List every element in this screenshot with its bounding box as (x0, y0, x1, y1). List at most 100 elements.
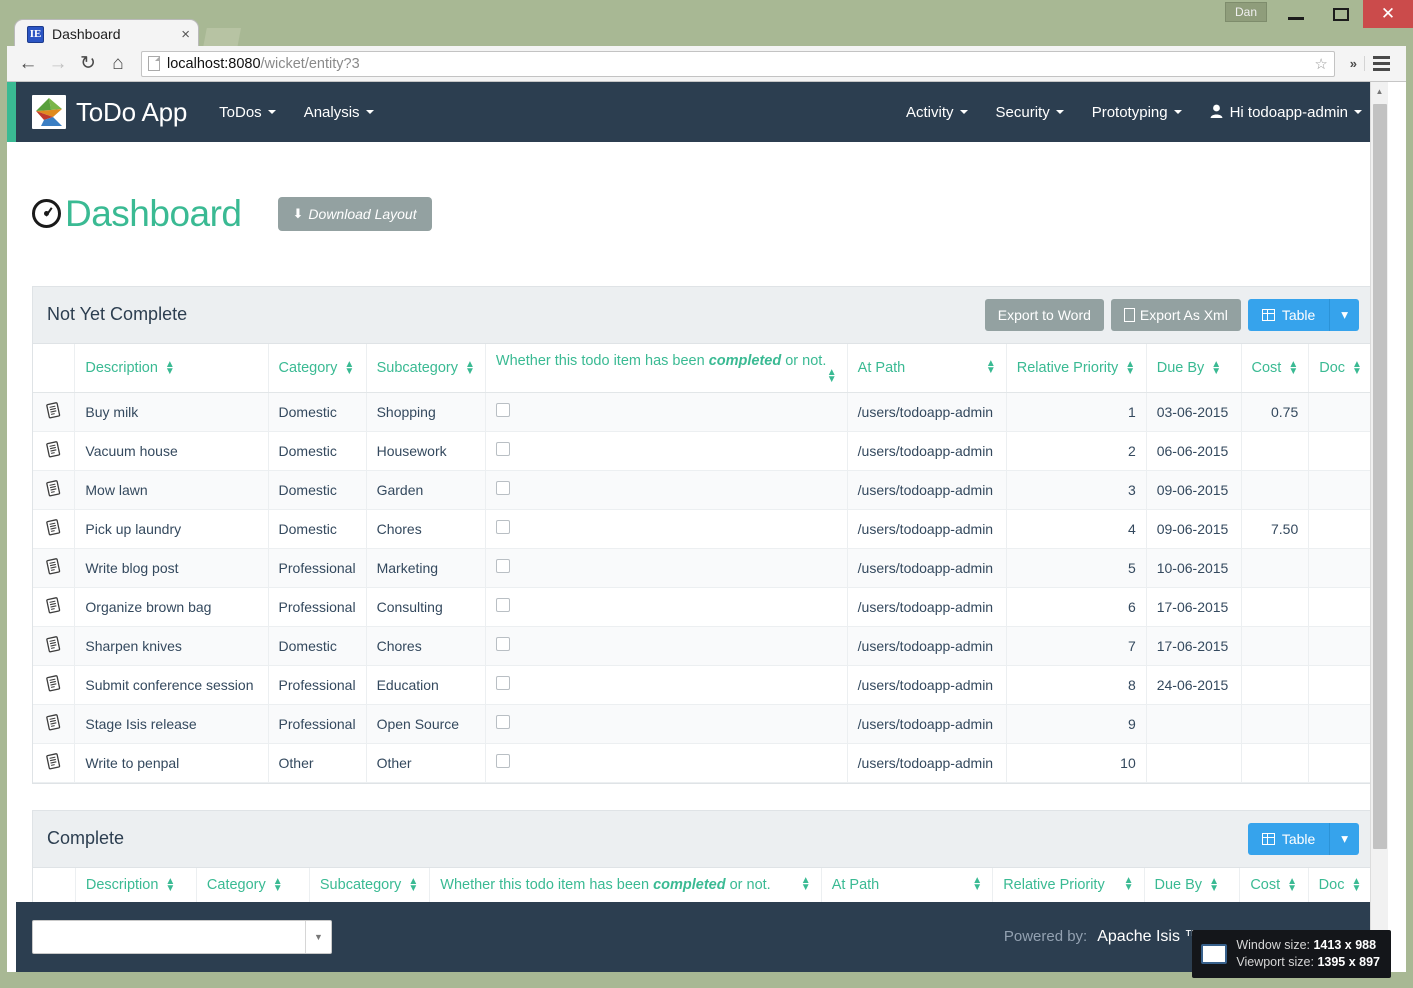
export-as-xml-button[interactable]: Export As Xml (1110, 298, 1241, 331)
column-header-category[interactable]: Category ▲ ▼ (196, 867, 310, 903)
cell-description[interactable]: Pick up laundry (74, 509, 269, 549)
view-mode-table-button[interactable]: Table (1247, 822, 1330, 855)
column-header-doc[interactable]: Doc ▲ ▼ (1308, 343, 1373, 393)
todo-item-icon[interactable] (33, 431, 76, 471)
cell-relative-priority: 3 (1006, 470, 1147, 510)
todo-item-icon[interactable] (33, 665, 76, 705)
column-header-relative-priority[interactable]: Relative Priority ▲ ▼ (1006, 343, 1147, 393)
cell-doc (1308, 743, 1373, 783)
browser-tab-dashboard[interactable]: IE Dashboard × (14, 19, 199, 48)
column-header-at-path[interactable]: At Path ▲ ▼ (847, 343, 1007, 393)
table-row[interactable]: Write blog post Professional Marketing/use… (33, 548, 1373, 588)
view-mode-dropdown-toggle[interactable]: ▾ (1329, 822, 1359, 855)
hamburger-menu-icon[interactable] (1364, 56, 1400, 71)
table-row[interactable]: Sharpen knives Domestic Chores/users/todoa… (33, 626, 1373, 666)
window-size-tooltip: Window size: 1413 x 988 Viewport size: 1… (1192, 930, 1391, 978)
nav-item-todos[interactable]: ToDos (205, 82, 290, 142)
back-icon[interactable]: ← (13, 49, 43, 79)
column-header-due-by[interactable]: Due By ▲ ▼ (1146, 343, 1242, 393)
complete-checkbox[interactable] (495, 559, 510, 574)
todo-item-icon[interactable] (33, 548, 76, 588)
cell-description[interactable]: Sharpen knives (74, 626, 269, 666)
page-footer: ▼ Powered by: Apache Isis ™ About Change… (16, 902, 1388, 972)
new-tab-button[interactable] (203, 28, 241, 48)
cell-description[interactable]: Buy milk (74, 392, 269, 432)
table-row[interactable]: Stage Isis release Professional Open Sourc… (33, 704, 1373, 744)
column-header-description[interactable]: Description ▲ ▼ (75, 867, 197, 903)
table-row[interactable]: Mow lawn Domestic Garden/users/todoapp-adm… (33, 470, 1373, 510)
todo-item-icon[interactable] (33, 587, 76, 627)
todo-item-icon[interactable] (33, 392, 76, 432)
column-header-complete[interactable]: Whether this todo item has been complete… (485, 343, 848, 393)
reload-icon[interactable]: ↻ (73, 49, 103, 79)
cell-description[interactable]: Stage Isis release (74, 704, 269, 744)
chevron-down-icon[interactable]: ▼ (305, 921, 331, 953)
complete-checkbox[interactable] (495, 481, 510, 496)
toolbar-overflow-icon[interactable]: » (1343, 56, 1364, 71)
view-mode-dropdown-toggle[interactable]: ▾ (1329, 298, 1359, 331)
user-avatar-icon (1210, 104, 1223, 121)
view-mode-table-button[interactable]: Table (1247, 298, 1330, 331)
todo-item-icon[interactable] (33, 743, 76, 783)
cell-description[interactable]: Mow lawn (74, 470, 269, 510)
tab-close-icon[interactable]: × (181, 26, 190, 43)
cell-description[interactable]: Submit conference session (74, 665, 269, 705)
complete-checkbox[interactable] (495, 637, 510, 652)
cell-cost (1241, 587, 1310, 627)
home-icon[interactable]: ⌂ (103, 49, 133, 79)
complete-checkbox[interactable] (495, 442, 510, 457)
footer-select[interactable]: ▼ (32, 920, 332, 954)
complete-checkbox[interactable] (495, 676, 510, 691)
window-user-button[interactable]: Dan (1224, 2, 1267, 22)
todo-item-icon[interactable] (33, 704, 76, 744)
complete-checkbox[interactable] (495, 598, 510, 613)
todo-item-icon[interactable] (33, 626, 76, 666)
table-row[interactable]: Vacuum house Domestic Housework/users/todo… (33, 431, 1373, 471)
cell-description[interactable]: Write blog post (74, 548, 269, 588)
cell-description[interactable]: Vacuum house (74, 431, 269, 471)
column-header-category[interactable]: Category ▲ ▼ (268, 343, 367, 393)
cell-due-by: 09-06-2015 (1146, 509, 1242, 549)
column-header-due-by[interactable]: Due By ▲ ▼ (1144, 867, 1241, 903)
table-row[interactable]: Buy milk Domestic Shopping/users/todoapp-a… (33, 392, 1373, 432)
scroll-up-icon[interactable]: ▲ (1371, 82, 1388, 100)
brand-link[interactable]: ToDo App (16, 95, 187, 129)
column-header-subcategory[interactable]: Subcategory ▲ ▼ (309, 867, 431, 903)
column-header-relative-priority[interactable]: Relative Priority ▲ ▼ (992, 867, 1145, 903)
column-header-description[interactable]: Description ▲ ▼ (74, 343, 269, 393)
table-row[interactable]: Organize brown bag Professional Consulting… (33, 587, 1373, 627)
column-header-cost[interactable]: Cost ▲ ▼ (1239, 867, 1309, 903)
column-header-at-path[interactable]: At Path ▲ ▼ (821, 867, 994, 903)
bookmark-star-icon[interactable]: ☆ (1314, 55, 1327, 73)
column-header-complete[interactable]: Whether this todo item has been complete… (429, 867, 822, 903)
column-header-cost[interactable]: Cost ▲ ▼ (1241, 343, 1310, 393)
cell-description[interactable]: Write to penpal (74, 743, 269, 783)
close-icon[interactable]: ✕ (1363, 0, 1413, 28)
column-header-subcategory[interactable]: Subcategory ▲ ▼ (366, 343, 486, 393)
url-bar[interactable]: localhost:8080/wicket/entity?3 ☆ (141, 50, 1335, 77)
forward-icon[interactable]: → (43, 49, 73, 79)
nav-item-activity[interactable]: Activity (892, 82, 982, 142)
scrollbar-thumb[interactable] (1373, 104, 1387, 849)
export-to-word-button[interactable]: Export to Word (984, 298, 1104, 331)
table-row[interactable]: Write to penpal Other Other/users/todoapp-… (33, 743, 1373, 783)
minimize-icon[interactable] (1273, 0, 1318, 28)
nav-item-security[interactable]: Security (982, 82, 1078, 142)
todo-item-icon[interactable] (33, 470, 76, 510)
maximize-icon[interactable] (1318, 0, 1363, 28)
complete-checkbox[interactable] (495, 403, 510, 418)
nav-item-analysis[interactable]: Analysis (290, 82, 388, 142)
complete-checkbox[interactable] (495, 754, 510, 769)
table-row[interactable]: Submit conference session Professional Edu… (33, 665, 1373, 705)
download-layout-button[interactable]: ⬇ Download Layout (277, 196, 432, 231)
table-row[interactable]: Pick up laundry Domestic Chores/users/todo… (33, 509, 1373, 549)
complete-checkbox[interactable] (495, 520, 510, 535)
complete-checkbox[interactable] (495, 715, 510, 730)
chevron-down-icon (959, 110, 968, 114)
column-header-doc[interactable]: Doc ▲ ▼ (1308, 867, 1374, 903)
cell-description[interactable]: Organize brown bag (74, 587, 269, 627)
nav-item-prototyping[interactable]: Prototyping (1078, 82, 1196, 142)
todo-item-icon[interactable] (33, 509, 76, 549)
nav-item-user-menu[interactable]: Hi todoapp-admin (1196, 82, 1376, 142)
page-scrollbar[interactable]: ▲ ▼ (1370, 82, 1388, 972)
